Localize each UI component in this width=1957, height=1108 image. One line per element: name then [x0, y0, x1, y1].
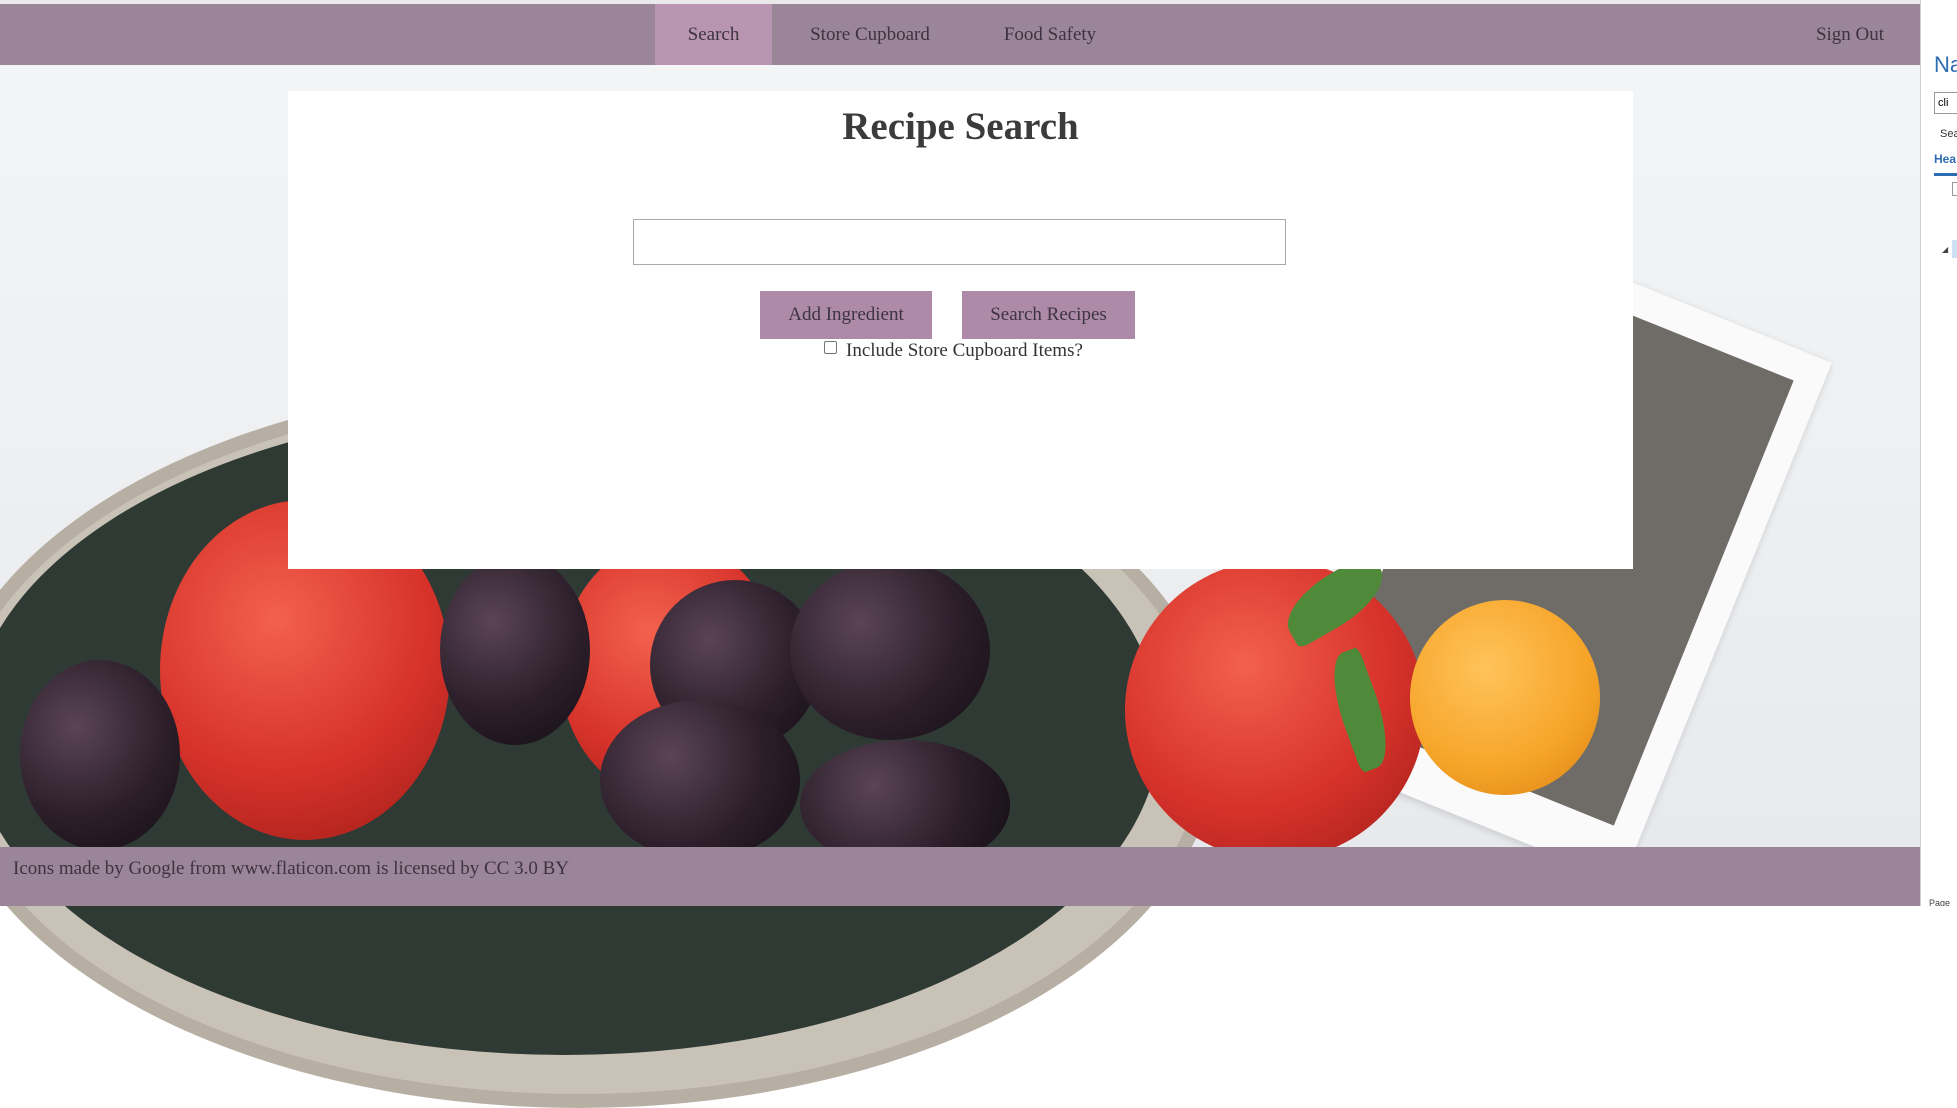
search-recipes-button[interactable]: Search Recipes	[962, 291, 1135, 339]
footer-attribution: Icons made by Google from www.flaticon.c…	[13, 858, 570, 879]
search-panel	[288, 91, 1633, 569]
ingredient-input[interactable]	[633, 219, 1286, 265]
side-pane-page-label: Page	[1929, 898, 1951, 906]
orange-image	[1410, 600, 1600, 795]
blackberry-image	[20, 660, 180, 850]
sign-out-link[interactable]: Sign Out	[1800, 4, 1900, 65]
side-pane-title: Na	[1934, 52, 1957, 77]
include-store-cupboard-checkbox[interactable]	[824, 341, 837, 354]
side-pane-search-input[interactable]: cli	[1934, 92, 1957, 114]
add-ingredient-button[interactable]: Add Ingredient	[760, 291, 932, 339]
page-title: Recipe Search	[842, 105, 1079, 148]
side-pane-tab-underline	[1934, 173, 1957, 176]
top-nav-bar: Search Store Cupboard Food Safety Sign O…	[0, 4, 1920, 65]
side-pane-item-box[interactable]	[1952, 182, 1957, 196]
blackberry-image	[790, 560, 990, 740]
side-pane-label: Sea	[1940, 128, 1957, 140]
blackberry-image	[440, 555, 590, 745]
blackberry-image	[600, 700, 800, 860]
navigation-side-pane: Na cli Sea Hea ◢ Page	[1920, 0, 1957, 906]
include-store-cupboard-label[interactable]: Include Store Cupboard Items?	[846, 340, 1083, 362]
nav-store-cupboard[interactable]: Store Cupboard	[790, 4, 950, 65]
side-pane-tab-headings[interactable]: Hea	[1934, 152, 1956, 166]
collapse-triangle-icon[interactable]: ◢	[1942, 245, 1948, 254]
nav-food-safety[interactable]: Food Safety	[990, 4, 1110, 65]
side-pane-selected-item[interactable]	[1952, 240, 1957, 258]
nav-search[interactable]: Search	[655, 4, 772, 65]
